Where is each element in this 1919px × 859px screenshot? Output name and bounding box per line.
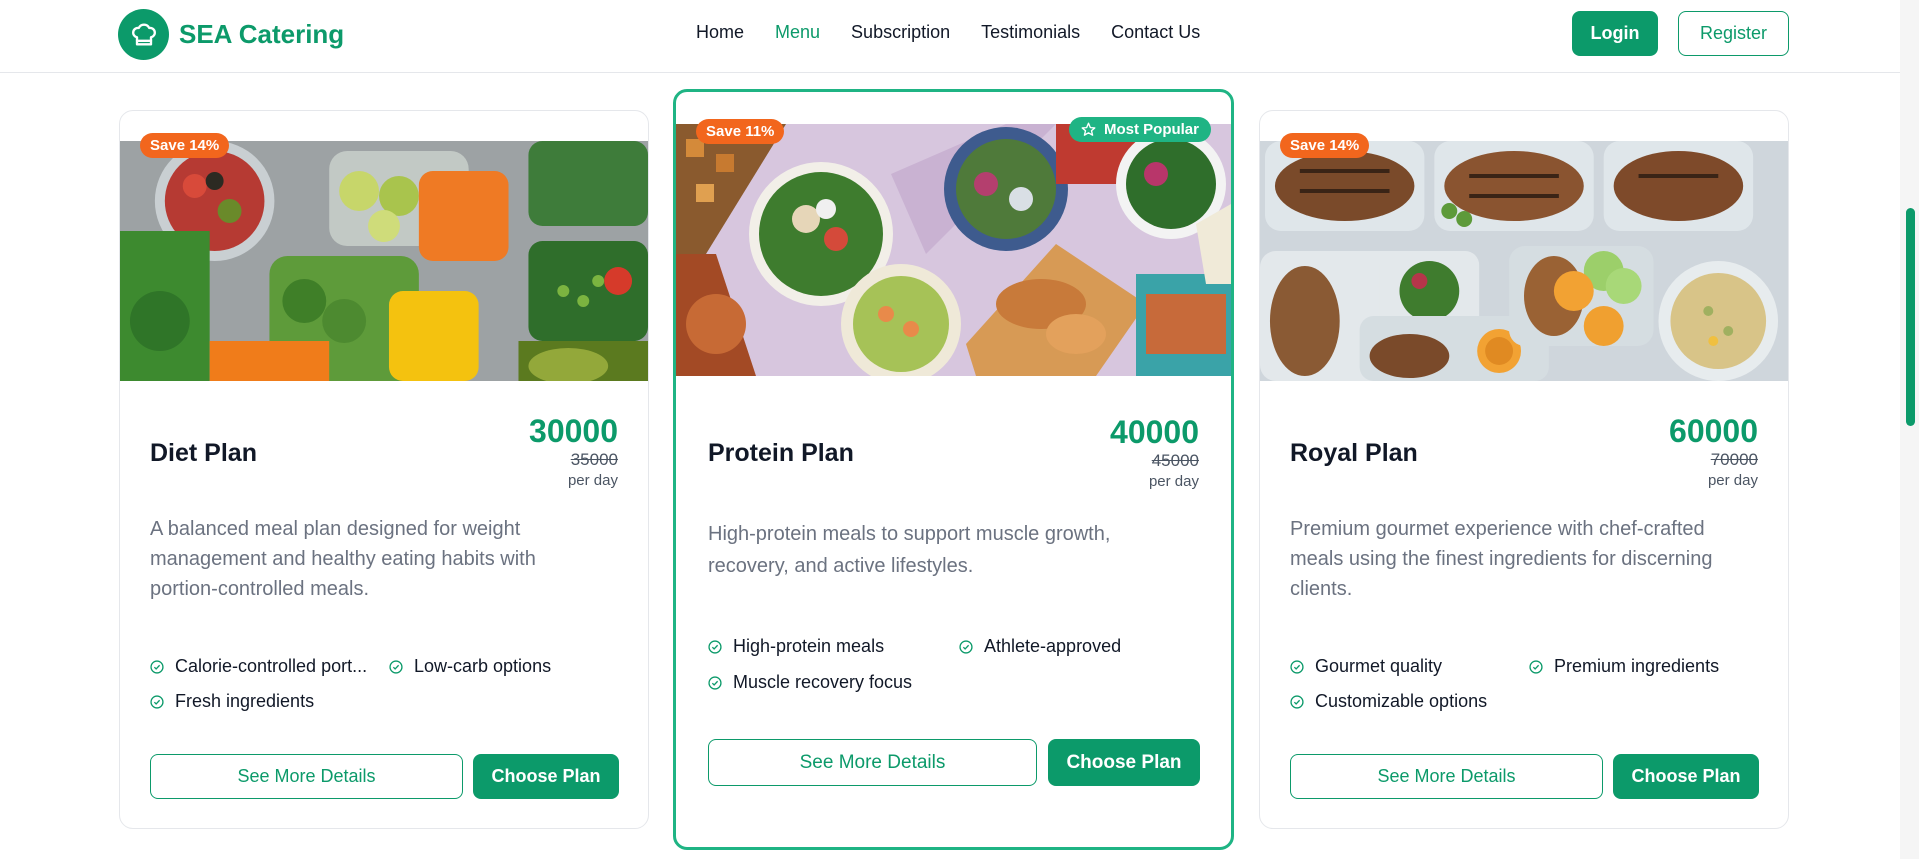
page-scrollbar[interactable] [1900, 0, 1919, 859]
nav-contact-us[interactable]: Contact Us [1111, 22, 1200, 43]
nav-testimonials[interactable]: Testimonials [981, 22, 1080, 43]
check-circle-icon [1529, 659, 1543, 674]
save-badge: Save 11% [696, 119, 785, 144]
plan-image [120, 141, 648, 381]
main-nav: Home Menu Subscription Testimonials Cont… [696, 22, 1200, 43]
plan-title: Royal Plan [1290, 439, 1418, 467]
price-current: 30000 [529, 413, 618, 449]
feature-item: Fresh ingredients [150, 691, 314, 712]
chef-hat-icon [118, 9, 169, 60]
feature-label: Muscle recovery focus [733, 672, 913, 692]
see-more-details-button[interactable]: See More Details [1290, 754, 1603, 799]
feature-item: Calorie-controlled port... [150, 656, 367, 677]
check-circle-icon [708, 675, 722, 690]
plan-title: Protein Plan [708, 439, 854, 467]
plan-description: Premium gourmet experience with chef-cra… [1290, 518, 1713, 600]
scrollbar-thumb[interactable] [1906, 208, 1915, 426]
plan-image [1260, 141, 1788, 381]
feature-label: Premium ingredients [1554, 656, 1720, 676]
feature-label: Athlete-approved [984, 636, 1122, 656]
site-header: SEA Catering Home Menu Subscription Test… [0, 0, 1900, 73]
feature-label: Gourmet quality [1315, 656, 1443, 676]
choose-plan-button[interactable]: Choose Plan [473, 754, 619, 799]
plan-card-royal: Save 14% Royal Plan 60000 70000 per day … [1259, 110, 1789, 829]
price-current: 60000 [1669, 413, 1758, 449]
plan-title: Diet Plan [150, 439, 257, 467]
check-circle-icon [150, 659, 164, 674]
register-button[interactable]: Register [1678, 11, 1789, 56]
check-circle-icon [1290, 694, 1304, 709]
brand[interactable]: SEA Catering [118, 9, 344, 60]
feature-item: High-protein meals [708, 636, 884, 657]
price-unit: per day [567, 472, 618, 489]
most-popular-badge: Most Popular [1068, 117, 1211, 142]
feature-label: Low-carb options [414, 656, 552, 676]
plan-card-diet: Save 14% Diet Plan 30000 35000 per day A… [119, 110, 649, 829]
plan-image [676, 124, 1231, 376]
feature-item: Customizable options [1290, 691, 1487, 712]
price-original: 70000 [1710, 450, 1758, 469]
feature-label: Customizable options [1315, 691, 1488, 711]
price-original: 35000 [570, 450, 618, 469]
check-circle-icon [708, 639, 722, 654]
choose-plan-button[interactable]: Choose Plan [1048, 739, 1200, 786]
most-popular-label: Most Popular [1103, 121, 1199, 138]
nav-subscription[interactable]: Subscription [851, 22, 950, 43]
feature-item: Gourmet quality [1290, 656, 1442, 677]
plan-card-protein: Save 11% Most Popular Protein Plan 40000… [673, 89, 1234, 850]
price-original: 45000 [1151, 451, 1199, 470]
save-badge: Save 14% [1280, 133, 1370, 158]
choose-plan-button[interactable]: Choose Plan [1613, 754, 1759, 799]
nav-menu[interactable]: Menu [775, 22, 820, 43]
check-circle-icon [389, 659, 403, 674]
plan-description: High-protein meals to support muscle gro… [708, 523, 1111, 577]
price-block: 40000 45000 per day [1110, 414, 1199, 492]
feature-item: Muscle recovery focus [708, 672, 912, 693]
price-block: 30000 35000 per day [529, 413, 618, 491]
see-more-details-button[interactable]: See More Details [708, 739, 1037, 786]
feature-label: High-protein meals [733, 636, 885, 656]
star-icon [1081, 122, 1096, 136]
feature-label: Calorie-controlled port... [175, 656, 368, 676]
check-circle-icon [1290, 659, 1304, 674]
feature-item: Low-carb options [389, 656, 551, 677]
nav-home[interactable]: Home [696, 22, 744, 43]
save-badge: Save 14% [140, 133, 230, 158]
price-unit: per day [1148, 473, 1199, 490]
check-circle-icon [150, 694, 164, 709]
price-current: 40000 [1110, 414, 1199, 450]
login-button[interactable]: Login [1572, 11, 1658, 56]
see-more-details-button[interactable]: See More Details [150, 754, 463, 799]
price-block: 60000 70000 per day [1669, 413, 1758, 491]
plan-description: A balanced meal plan designed for weight… [150, 518, 536, 600]
check-circle-icon [959, 639, 973, 654]
price-unit: per day [1707, 472, 1758, 489]
feature-label: Fresh ingredients [175, 691, 315, 711]
feature-item: Premium ingredients [1529, 656, 1719, 677]
brand-name: SEA Catering [179, 19, 345, 49]
feature-item: Athlete-approved [959, 636, 1121, 657]
